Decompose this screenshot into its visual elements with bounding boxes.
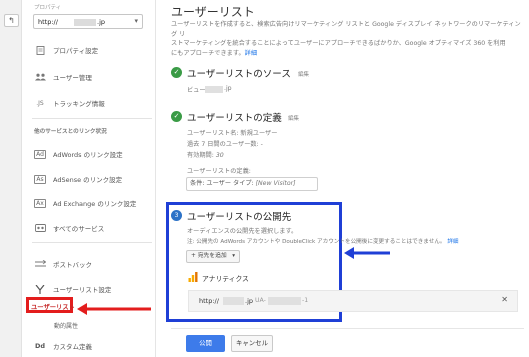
step1-check-icon: ✓ [171, 67, 182, 78]
step3-note: 注: 公開先の AdWords アカウントや DoubleClick アカウント… [187, 237, 459, 245]
sidebar-item-tracking-info[interactable]: .JS トラッキング情報 [34, 96, 105, 110]
destination-ua-prefix: UA- [255, 297, 266, 304]
destination-url-prefix: http:// [199, 297, 219, 305]
property-label: プロパティ [34, 5, 62, 11]
step2-list-name: ユーザーリスト名: 新規ユーザー [187, 130, 278, 137]
step2-check-icon: ✓ [171, 111, 182, 122]
adwords-icon: Ad [34, 149, 46, 159]
sidebar-item-adwords-link[interactable]: Ad AdWords のリンク設定 [34, 147, 123, 161]
audience-icon [34, 284, 46, 294]
property-value-suffix: .jp [97, 18, 105, 26]
add-destination-label: + 宛先を追加 [191, 253, 227, 259]
page-icon [34, 45, 46, 55]
intro-text: ユーザーリストを作成すると、検索広告向けリマーケティング リストと Google… [171, 20, 523, 58]
sidebar-item-label: Ad Exchange のリンク設定 [53, 200, 137, 208]
sidebar-item-label: AdSense のリンク設定 [53, 176, 123, 184]
sidebar-item-user-management[interactable]: ユーザー管理 [34, 70, 92, 84]
analytics-label: アナリティクス [202, 275, 249, 283]
step2-edit-link[interactable]: 編集 [288, 114, 299, 122]
publish-button[interactable]: 公開 [186, 335, 225, 352]
step3-title: ユーザーリストの公開先 [187, 212, 292, 223]
redacted-view [205, 86, 223, 93]
custom-definitions-icon: Dd [34, 342, 46, 350]
destination-ua-suffix: -1 [302, 297, 309, 304]
step2-condition-value: [New Visitor] [255, 180, 296, 187]
step2-condition: 条件: ユーザー タイプ: [190, 180, 256, 187]
page-title: ユーザーリスト [171, 5, 255, 19]
intro-learn-more-link[interactable]: 詳細 [245, 50, 257, 57]
sidebar-item-all-services[interactable]: すべてのサービス [34, 221, 104, 235]
property-value-prefix: http:// [38, 18, 58, 26]
postback-icon [34, 260, 46, 269]
blue-arrow-annotation [344, 247, 390, 259]
step1-view-suffix: .jp [224, 85, 232, 92]
intro-line-3: にもアプローチできます。 [171, 49, 245, 57]
js-icon: .JS [36, 99, 44, 107]
sidebar-item-label: ユーザー管理 [53, 74, 92, 82]
sidebar-item-property-settings[interactable]: プロパティ設定 [34, 43, 98, 57]
redacted-domain [223, 297, 244, 305]
intro-line-1: ユーザーリストを作成すると、検索広告向けリマーケティング リストと Google… [171, 21, 521, 38]
back-button[interactable]: ↰ [4, 14, 19, 27]
adsense-icon: As [34, 174, 46, 184]
redacted-domain [74, 19, 96, 26]
sidebar-divider [32, 118, 152, 119]
sidebar-item-adsense-link[interactable]: As AdSense のリンク設定 [34, 172, 122, 186]
sidebar-item-adexchange-link[interactable]: Ax Ad Exchange のリンク設定 [34, 196, 136, 210]
all-services-icon [34, 224, 46, 233]
step2-membership-label: 有効期間: [187, 152, 216, 159]
sidebar-item-audience-settings[interactable]: ユーザーリスト設定 [34, 282, 111, 296]
cancel-button[interactable]: キャンセル [231, 335, 273, 352]
intro-line-2: ストマーケティングを統合することによってユーザーにアプローチできるばかりか、Go… [171, 40, 506, 47]
step2-membership-value: 30 [215, 152, 224, 159]
sidebar-item-dynamic-attributes[interactable]: 動的属性 [54, 321, 78, 330]
back-column: ↰ [0, 0, 22, 357]
sidebar-item-label: AdWords のリンク設定 [53, 151, 123, 159]
step2-title: ユーザーリストの定義 [187, 113, 282, 124]
chevron-down-icon: ▾ [232, 253, 235, 259]
step2-condition-box: 条件: ユーザー タイプ: [New Visitor] [186, 177, 318, 191]
back-arrow-icon: ↰ [8, 16, 15, 25]
sidebar-item-label: ユーザーリスト設定 [53, 286, 112, 294]
step3-number-badge: 3 [171, 210, 182, 221]
step2-membership: 有効期間: 30 [187, 150, 224, 159]
sidebar-item-label: プロパティ設定 [53, 47, 99, 55]
sidebar-item-custom-definitions[interactable]: Dd カスタム定義 [34, 339, 92, 353]
sidebar-item-label: カスタム定義 [53, 343, 92, 351]
redacted-ua-id [268, 297, 301, 305]
sidebar-item-label: すべてのサービス [53, 225, 105, 233]
section-heading-links: 他のサービスとのリンク状況 [34, 129, 107, 135]
step1-edit-link[interactable]: 編集 [298, 70, 309, 78]
chevron-down-icon: ▾ [134, 17, 138, 25]
destination-property-row: http:// .jp UA- -1 ✕ [188, 290, 518, 312]
add-destination-button[interactable]: + 宛先を追加 ▾ [186, 250, 240, 263]
step2-duration: 過去 7 日間のユーザー数: - [187, 141, 263, 148]
destination-url-suffix: .jp [245, 297, 253, 305]
step3-description: オーディエンスの公開先を選択します。 [187, 228, 298, 235]
sidebar-item-label: トラッキング情報 [53, 100, 105, 108]
red-arrow-annotation [77, 303, 151, 315]
footer-divider [171, 328, 524, 329]
step3-note-text: 注: 公開先の AdWords アカウントや DoubleClick アカウント… [187, 239, 446, 245]
step2-definition-label: ユーザーリストの定義: [187, 168, 251, 175]
users-icon [34, 73, 46, 82]
step3-note-link[interactable]: 詳細 [447, 239, 458, 245]
property-selector[interactable]: http:// .jp ▾ [33, 14, 143, 29]
sidebar-divider [32, 242, 152, 243]
sidebar-item-user-list[interactable]: ユーザーリスト [31, 302, 75, 311]
adexchange-icon: Ax [34, 198, 46, 208]
step1-title: ユーザーリストのソース [187, 69, 291, 80]
sidebar-item-label: ポストバック [53, 261, 92, 269]
sidebar-item-postback[interactable]: ポストバック [34, 257, 92, 271]
analytics-icon [188, 272, 198, 282]
remove-destination-icon[interactable]: ✕ [501, 295, 508, 304]
